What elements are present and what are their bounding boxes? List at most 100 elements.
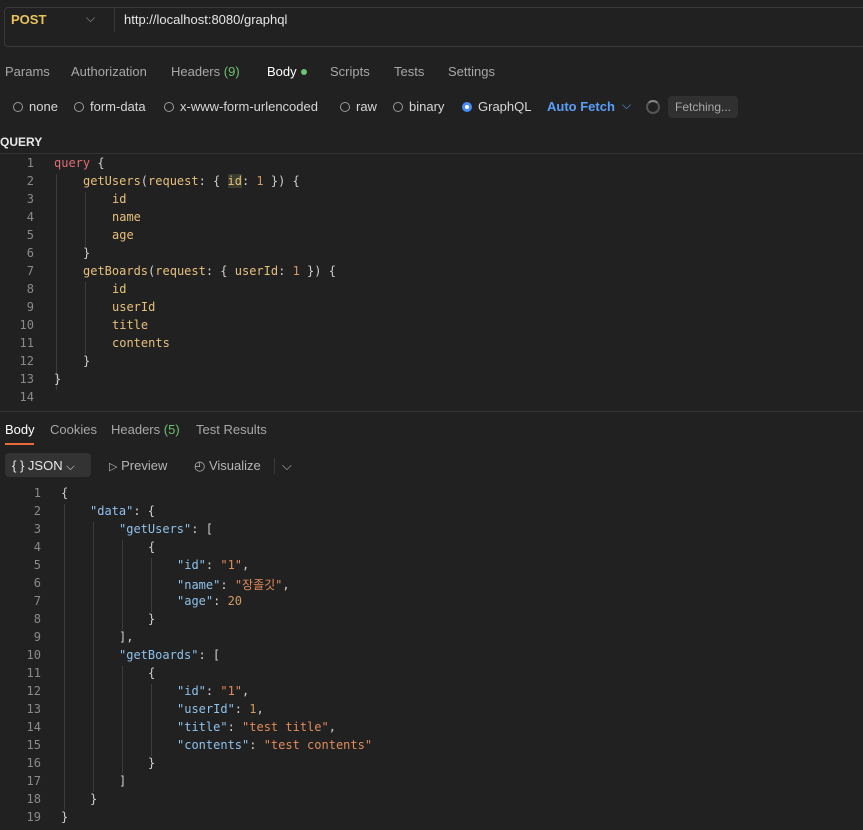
json-key: "contents" (177, 738, 250, 752)
indent-guide (151, 558, 152, 612)
url-input[interactable]: http://localhost:8080/graphql (124, 12, 287, 27)
format-value: JSON (27, 458, 63, 473)
line-number: 1 (26, 156, 34, 170)
radio-urlencoded[interactable]: x-www-form-urlencoded (164, 99, 318, 114)
radio-graphql[interactable]: GraphQL (462, 99, 531, 114)
indent-guide (151, 684, 152, 756)
json-key: "id" (177, 684, 206, 698)
tab-params[interactable]: Params (5, 64, 50, 79)
chevron-down-icon[interactable]: ⌵ (86, 11, 95, 26)
braces-icon: { } (12, 458, 25, 473)
line-number: 7 (26, 264, 34, 278)
line-number: 18 (26, 792, 41, 806)
radio-circle-icon (13, 101, 23, 112)
url-separator (114, 8, 115, 32)
visualize-icon: ◴ (194, 458, 206, 473)
json-line: "getBoards": [ (119, 648, 221, 662)
line-number: 13 (26, 702, 41, 716)
selection-field: title (112, 318, 149, 332)
selection-field: name (112, 210, 141, 224)
radio-form-data[interactable]: form-data (74, 99, 146, 114)
json-line: "id": "1", (177, 558, 250, 572)
argument-value: 1 (256, 174, 264, 188)
line-number: 8 (33, 612, 41, 626)
json-brace: } (148, 756, 156, 770)
line-number: 16 (26, 756, 41, 770)
fetching-status-button[interactable]: Fetching... (668, 96, 738, 118)
radio-binary[interactable]: binary (393, 99, 444, 114)
tab-headers[interactable]: Headers (9) (171, 64, 240, 79)
pane-divider[interactable] (0, 411, 863, 412)
response-viewer[interactable]: 1 2 3 4 5 6 7 8 9 10 11 12 13 14 15 16 1… (0, 484, 863, 830)
argument-field: userId (234, 264, 279, 278)
auto-fetch-button[interactable]: Auto Fetch (547, 99, 615, 114)
radio-raw[interactable]: raw (340, 99, 377, 114)
line-number: 13 (19, 372, 34, 386)
method-select[interactable]: POST (11, 12, 46, 27)
radio-circle-icon (340, 101, 350, 112)
line-number: 3 (26, 192, 34, 206)
indent-guide (56, 174, 57, 390)
json-value: 20 (227, 594, 243, 608)
tab-authorization[interactable]: Authorization (71, 64, 147, 79)
line-number: 12 (26, 684, 41, 698)
line-number: 11 (26, 666, 41, 680)
indent-guide (64, 504, 65, 810)
json-value: "1" (220, 684, 243, 698)
code-brace: } (83, 354, 91, 368)
radio-circle-icon (393, 101, 403, 112)
json-value: "test title" (242, 720, 329, 734)
tab-body[interactable]: Body (267, 64, 307, 79)
json-value: "test contents" (263, 738, 373, 752)
visualize-button[interactable]: ◴ Visualize (194, 458, 261, 474)
operation-name: getUsers (83, 174, 141, 188)
json-key: "name" (177, 578, 221, 592)
json-brace: } (148, 612, 156, 626)
line-number: 12 (19, 354, 34, 368)
selection-field: userId (112, 300, 156, 314)
tab-scripts[interactable]: Scripts (330, 64, 370, 79)
json-brace: ] (119, 774, 127, 788)
response-tab-body[interactable]: Body (5, 422, 35, 437)
indent-guide (93, 522, 94, 792)
json-brace: ], (119, 630, 134, 644)
visualize-label: Visualize (208, 458, 261, 473)
line-number: 3 (33, 522, 41, 536)
preview-button[interactable]: ▷ Preview (109, 458, 167, 473)
response-tab-headers[interactable]: Headers (5) (111, 422, 180, 437)
indent-guide (85, 192, 86, 246)
line-number: 17 (26, 774, 41, 788)
line-number: 9 (33, 630, 41, 644)
json-line: "data": { (90, 504, 156, 518)
radio-none-label: none (29, 99, 58, 114)
radio-none[interactable]: none (13, 99, 58, 114)
selection-field: id (112, 192, 127, 206)
radio-graphql-label: GraphQL (478, 99, 532, 114)
query-editor[interactable]: 1 2 3 4 5 6 7 8 9 10 11 12 13 14 query {… (0, 154, 863, 410)
response-tab-cookies[interactable]: Cookies (50, 422, 97, 437)
query-section-label: QUERY (0, 135, 43, 149)
query-keyword: query (54, 156, 91, 170)
line-number: 14 (26, 720, 41, 734)
chevron-down-icon[interactable]: ⌵ (282, 458, 292, 474)
radio-selected-icon (462, 101, 472, 112)
active-tab-indicator (5, 443, 34, 445)
chevron-down-icon: ⌵ (66, 461, 75, 473)
selection-field: contents (112, 336, 170, 350)
json-key: "id" (177, 558, 206, 572)
json-key: "userId" (177, 702, 235, 716)
response-tab-test-results[interactable]: Test Results (196, 422, 267, 437)
tab-body-label: Body (267, 64, 297, 79)
line-number: 4 (26, 210, 34, 224)
json-brace: { (61, 486, 69, 500)
json-value: "장졸깃" (234, 578, 283, 592)
chevron-down-icon[interactable]: ⌵ (622, 98, 631, 113)
line-number: 5 (33, 558, 41, 572)
json-line: "id": "1", (177, 684, 250, 698)
radio-binary-label: binary (409, 99, 445, 114)
format-select-label: { } JSON ⌵ (12, 458, 75, 474)
tab-settings[interactable]: Settings (448, 64, 495, 79)
radio-raw-label: raw (356, 99, 377, 114)
tab-tests[interactable]: Tests (394, 64, 424, 79)
selection-field: id (112, 282, 127, 296)
